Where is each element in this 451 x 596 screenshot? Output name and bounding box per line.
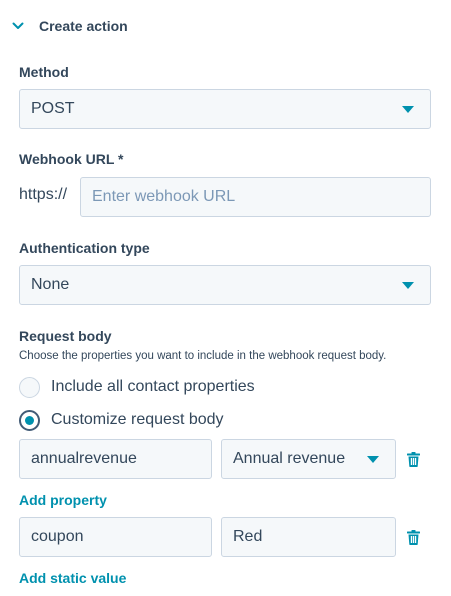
- property-value-select[interactable]: Annual revenue: [221, 439, 396, 479]
- create-action-panel: Create action Method POST Webhook URL * …: [0, 0, 451, 596]
- chevron-down-icon: [8, 16, 28, 36]
- webhook-url-label: Webhook URL *: [19, 151, 124, 167]
- radio-label: Customize request body: [51, 411, 224, 428]
- property-value: Annual revenue: [233, 450, 346, 467]
- radio-unchecked[interactable]: [19, 376, 40, 398]
- method-value: POST: [31, 100, 75, 117]
- property-key-input[interactable]: [19, 439, 212, 479]
- delete-static-icon[interactable]: [405, 528, 421, 546]
- auth-type-value: None: [31, 276, 70, 293]
- add-static-value-link[interactable]: Add static value: [19, 570, 126, 586]
- static-value-input[interactable]: [221, 517, 396, 557]
- radio-include-all[interactable]: Include all contact properties: [19, 375, 255, 399]
- auth-type-select[interactable]: None: [19, 265, 431, 305]
- radio-dot: [25, 415, 34, 425]
- static-key-input[interactable]: [19, 517, 212, 557]
- section-title: Create action: [39, 18, 128, 34]
- caret-down-icon: [402, 105, 414, 113]
- radio-checked[interactable]: [19, 409, 40, 431]
- delete-property-icon[interactable]: [405, 450, 421, 468]
- radio-label: Include all contact properties: [51, 378, 255, 395]
- caret-down-icon: [402, 281, 414, 289]
- method-label: Method: [19, 64, 69, 80]
- request-body-label: Request body: [19, 328, 112, 344]
- request-body-help: Choose the properties you want to includ…: [19, 350, 387, 362]
- caret-down-icon: [367, 455, 379, 463]
- add-property-link[interactable]: Add property: [19, 492, 107, 508]
- create-action-toggle[interactable]: Create action: [8, 14, 128, 38]
- url-prefix: https://: [19, 186, 68, 203]
- radio-customize[interactable]: Customize request body: [19, 408, 224, 432]
- auth-type-label: Authentication type: [19, 240, 150, 256]
- webhook-url-input[interactable]: [80, 177, 431, 217]
- method-select[interactable]: POST: [19, 89, 431, 129]
